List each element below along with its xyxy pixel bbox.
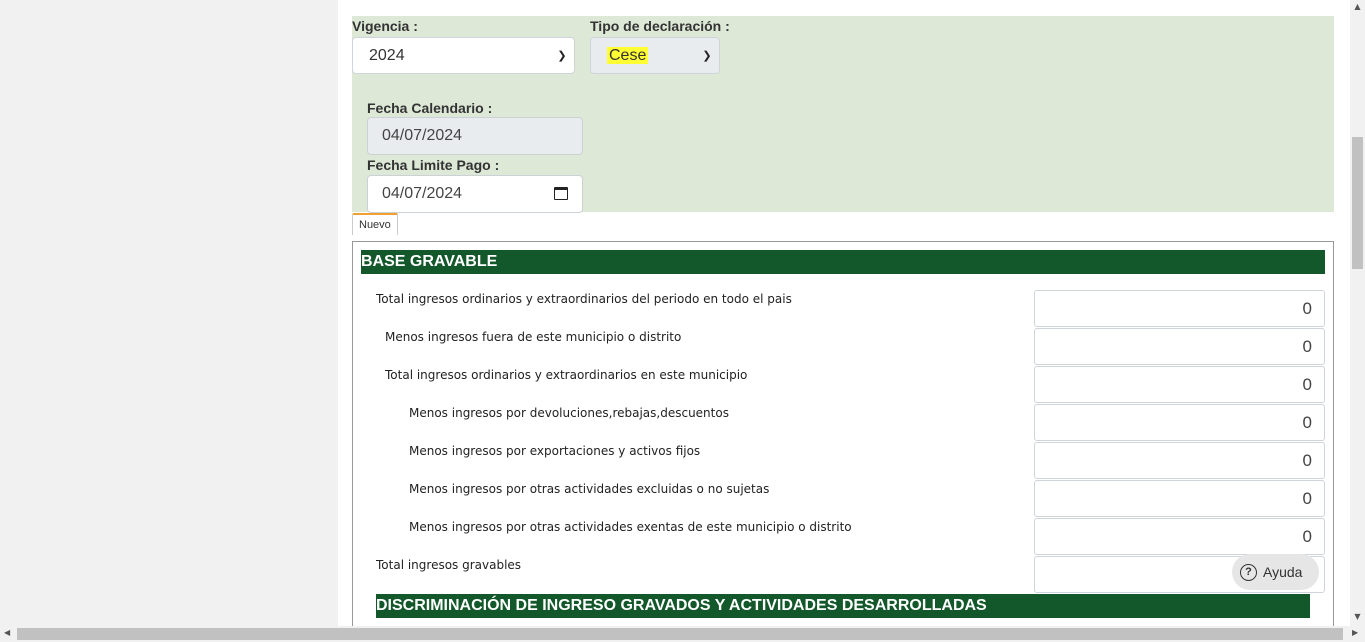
scroll-down-icon[interactable]: ▼ [1350, 612, 1365, 621]
fecha-calendario-input: 04/07/2024 [367, 117, 583, 155]
chevron-down-icon: ❯ [702, 50, 712, 62]
question-icon: ? [1240, 563, 1257, 581]
fecha-limite-label: Fecha Limite Pago : [367, 157, 500, 173]
input-total-ingresos-municipio[interactable]: 0 [1034, 366, 1325, 403]
row-label-exportaciones: Menos ingresos por exportaciones y activ… [409, 444, 701, 458]
fecha-limite-input[interactable]: 04/07/2024 [367, 175, 583, 213]
horizontal-scrollbar[interactable]: ◀ ▶ [0, 626, 1365, 642]
vertical-scrollbar[interactable]: ▲ ▼ [1350, 0, 1365, 626]
input-exentas[interactable]: 0 [1034, 518, 1325, 555]
fecha-limite-value: 04/07/2024 [382, 185, 463, 202]
vertical-scroll-thumb[interactable] [1352, 137, 1363, 269]
row-label-total-ingresos-pais: Total ingresos ordinarios y extraordinar… [376, 292, 792, 306]
scroll-right-icon[interactable]: ▶ [1352, 628, 1358, 637]
calendar-icon[interactable] [554, 187, 568, 200]
page-content: Vigencia : 2024 ❯ Tipo de declaración : … [338, 0, 1350, 626]
input-exportaciones[interactable]: 0 [1034, 442, 1325, 479]
input-excluidas[interactable]: 0 [1034, 480, 1325, 517]
input-total-ingresos-pais[interactable]: 0 [1034, 290, 1325, 327]
vigencia-select[interactable]: 2024 ❯ [352, 37, 575, 74]
tipo-declaracion-label: Tipo de declaración : [590, 18, 730, 34]
tab-nuevo[interactable]: Nuevo [352, 213, 398, 235]
vigencia-label: Vigencia : [352, 18, 418, 34]
vigencia-value: 2024 [369, 46, 405, 64]
horizontal-scroll-thumb[interactable] [17, 628, 1343, 640]
row-label-total-ingresos-municipio: Total ingresos ordinarios y extraordinar… [385, 368, 748, 382]
scroll-up-icon[interactable]: ▲ [1350, 2, 1365, 11]
fecha-calendario-label: Fecha Calendario : [367, 100, 493, 116]
tipo-declaracion-value: Cese [607, 46, 649, 64]
input-ingresos-fuera-municipio[interactable]: 0 [1034, 328, 1325, 365]
form-content-box: BASE GRAVABLE Total ingresos ordinarios … [352, 241, 1334, 626]
row-label-exentas: Menos ingresos por otras actividades exe… [409, 520, 852, 534]
input-devoluciones[interactable]: 0 [1034, 404, 1325, 441]
scroll-left-icon[interactable]: ◀ [4, 628, 10, 637]
row-label-ingresos-fuera-municipio: Menos ingresos fuera de este municipio o… [385, 330, 682, 344]
row-label-devoluciones: Menos ingresos por devoluciones,rebajas,… [409, 406, 729, 420]
help-button[interactable]: ? Ayuda [1232, 554, 1319, 590]
chevron-down-icon: ❯ [557, 50, 567, 62]
row-label-total-gravables: Total ingresos gravables [376, 558, 522, 572]
row-label-excluidas: Menos ingresos por otras actividades exc… [409, 482, 770, 496]
base-gravable-header: BASE GRAVABLE [361, 250, 1325, 274]
help-label: Ayuda [1263, 564, 1303, 580]
discriminacion-header: DISCRIMINACIÓN DE INGRESO GRAVADOS Y ACT… [376, 594, 1310, 618]
tipo-declaracion-select[interactable]: Cese ❯ [590, 37, 720, 74]
